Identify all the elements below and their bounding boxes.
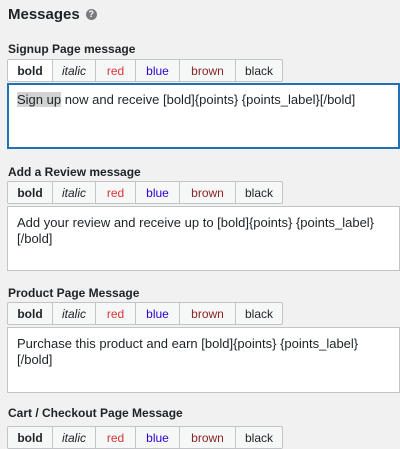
bold-button[interactable]: bold: [7, 302, 53, 325]
bold-button[interactable]: bold: [7, 426, 53, 449]
blue-button[interactable]: blue: [136, 59, 180, 82]
brown-button[interactable]: brown: [180, 426, 236, 449]
red-button[interactable]: red: [96, 181, 136, 204]
product-message-label: Product Page Message: [8, 286, 140, 300]
cart-format-toolbar: bold italic red blue brown black: [7, 426, 283, 449]
message-text: Add your review and receive up to [bold]…: [17, 215, 375, 246]
italic-button[interactable]: italic: [53, 302, 96, 325]
bold-button[interactable]: bold: [7, 59, 53, 82]
message-text: Purchase this product and earn [bold]{po…: [17, 336, 359, 367]
messages-section-title: Messages ?: [8, 6, 97, 23]
help-icon[interactable]: ?: [85, 9, 97, 20]
blue-button[interactable]: blue: [136, 302, 180, 325]
black-button[interactable]: black: [236, 426, 283, 449]
bold-button[interactable]: bold: [7, 181, 53, 204]
message-text: now and receive [bold]{points} {points_l…: [61, 92, 356, 107]
black-button[interactable]: black: [236, 302, 283, 325]
brown-button[interactable]: brown: [180, 59, 236, 82]
italic-button[interactable]: italic: [53, 59, 96, 82]
product-format-toolbar: bold italic red blue brown black: [7, 302, 283, 325]
cart-message-label: Cart / Checkout Page Message: [8, 406, 183, 420]
review-message-textarea[interactable]: Add your review and receive up to [bold]…: [7, 206, 400, 271]
red-button[interactable]: red: [96, 302, 136, 325]
red-button[interactable]: red: [96, 426, 136, 449]
brown-button[interactable]: brown: [180, 181, 236, 204]
italic-button[interactable]: italic: [53, 426, 96, 449]
italic-button[interactable]: italic: [53, 181, 96, 204]
brown-button[interactable]: brown: [180, 302, 236, 325]
signup-format-toolbar: bold italic red blue brown black: [7, 59, 283, 82]
red-button[interactable]: red: [96, 59, 136, 82]
product-message-textarea[interactable]: Purchase this product and earn [bold]{po…: [7, 327, 400, 393]
black-button[interactable]: black: [236, 59, 283, 82]
blue-button[interactable]: blue: [136, 181, 180, 204]
review-format-toolbar: bold italic red blue brown black: [7, 181, 283, 204]
selected-text: Sign up: [17, 92, 62, 107]
signup-message-textarea[interactable]: Sign up now and receive [bold]{points} {…: [7, 83, 400, 149]
black-button[interactable]: black: [236, 181, 283, 204]
blue-button[interactable]: blue: [136, 426, 180, 449]
review-message-label: Add a Review message: [8, 165, 141, 179]
signup-message-label: Signup Page message: [8, 42, 136, 56]
